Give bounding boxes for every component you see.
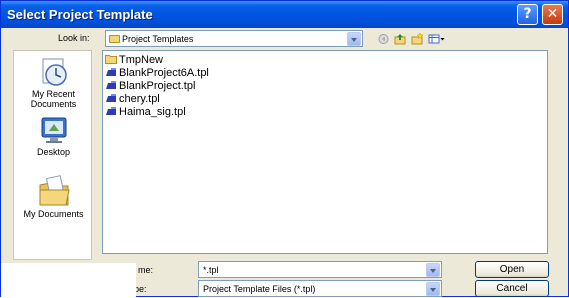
look-in-label: Look in: [58,33,90,43]
view-menu-icon[interactable] [428,33,446,45]
template-file-icon [106,68,116,76]
chevron-down-icon[interactable] [347,32,361,46]
close-icon: ✕ [546,6,559,22]
file-name: Haima_sig.tpl [119,106,186,118]
help-button[interactable]: ? [517,4,538,25]
list-item[interactable]: TmpNew [105,54,163,66]
chevron-down-icon[interactable] [426,263,440,277]
close-button[interactable]: ✕ [542,4,563,25]
file-type-dropdown[interactable]: Project Template Files (*.tpl) [198,280,442,297]
file-name: chery.tpl [119,93,160,105]
place-my-documents[interactable]: My Documents [14,171,93,219]
folder-icon [109,35,120,43]
list-item[interactable]: BlankProject.tpl [105,80,195,92]
file-name: BlankProject6A.tpl [119,67,209,79]
open-button[interactable]: Open [475,261,549,278]
help-icon: ? [523,6,532,22]
folder-icon [105,55,117,64]
file-type-value: Project Template Files (*.tpl) [203,284,316,294]
desktop-icon [41,117,66,143]
back-icon[interactable] [377,33,390,45]
place-label: My Recent [31,89,75,99]
file-name: TmpNew [119,54,164,66]
look-in-value: Project Templates [122,34,194,44]
recent-documents-icon [42,58,67,86]
template-file-icon [106,81,116,89]
file-name: BlankProject.tpl [119,80,196,92]
look-in-dropdown[interactable]: Project Templates [105,30,363,47]
place-label: My Documents [23,209,84,219]
file-name-value: *.tpl [203,265,219,275]
template-file-icon [106,94,116,102]
place-label: Desktop [36,147,71,157]
up-folder-icon[interactable] [394,33,407,45]
chevron-down-icon[interactable] [426,282,440,296]
cancel-button[interactable]: Cancel [475,280,549,297]
my-documents-icon [39,175,70,206]
cropped-region [1,263,136,298]
place-my-recent-documents[interactable]: My Recent Documents [14,55,93,109]
title-bar[interactable]: Select Project Template ? ✕ [1,1,568,28]
places-bar: My Recent Documents Desktop My Documents [13,50,92,260]
file-name-input[interactable]: *.tpl [198,261,442,278]
file-list[interactable]: TmpNew BlankProject6A.tpl BlankProject.t… [102,50,548,254]
place-desktop[interactable]: Desktop [14,115,93,157]
select-project-template-dialog: Select Project Template ? ✕ Look in: Pro… [0,0,569,298]
new-folder-icon[interactable] [411,33,424,45]
list-item[interactable]: chery.tpl [105,93,160,105]
place-label: Documents [30,99,77,109]
template-file-icon [106,107,116,115]
file-name-label: me: [138,265,154,275]
window-title: Select Project Template [7,7,153,22]
list-item[interactable]: BlankProject6A.tpl [105,67,209,79]
list-item[interactable]: Haima_sig.tpl [105,106,186,118]
